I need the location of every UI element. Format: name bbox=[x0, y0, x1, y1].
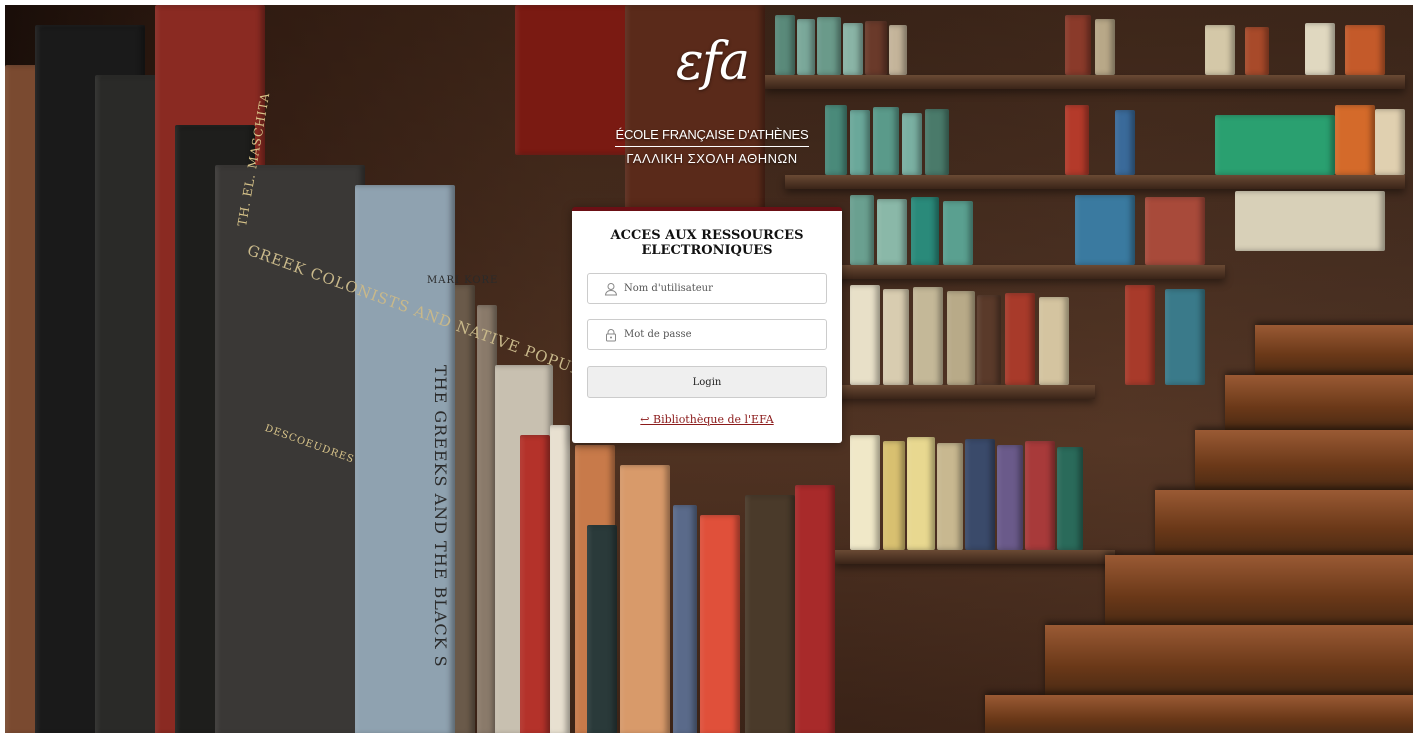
login-card: ACCES AUX RESSOURCES ELECTRONIQUES Login… bbox=[572, 207, 842, 443]
login-title: ACCES AUX RESSOURCES ELECTRONIQUES bbox=[572, 228, 842, 258]
login-page: GREEK COLONISTS AND NATIVE POPULATIONS D… bbox=[0, 0, 1416, 733]
password-field[interactable] bbox=[587, 319, 827, 350]
username-input[interactable] bbox=[624, 274, 820, 303]
lock-icon bbox=[606, 329, 616, 342]
efa-logo-mark: εfa bbox=[675, 32, 750, 92]
logo-name-fr: ÉCOLE FRANÇAISE D'ATHÈNES bbox=[615, 127, 809, 147]
password-input[interactable] bbox=[624, 320, 820, 349]
login-title-line1: ACCES AUX RESSOURCES bbox=[610, 228, 804, 243]
efa-logo: εfa ÉCOLE FRANÇAISE D'ATHÈNES ΓΑΛΛΙΚΗ ΣΧ… bbox=[612, 32, 812, 166]
logo-name-gr: ΓΑΛΛΙΚΗ ΣΧΟΛΗ ΑΘΗΝΩΝ bbox=[626, 151, 798, 166]
book-spine-text: MARI KORE bbox=[427, 275, 499, 286]
user-icon bbox=[604, 283, 618, 296]
username-field[interactable] bbox=[587, 273, 827, 304]
book-spine-text: THE GREEKS AND THE BLACK S bbox=[431, 365, 450, 668]
efa-library-link[interactable]: ↩ Bibliothèque de l'EFA bbox=[640, 413, 773, 426]
login-title-line2: ELECTRONIQUES bbox=[641, 243, 773, 258]
login-button[interactable]: Login bbox=[587, 366, 827, 398]
back-link-container: ↩ Bibliothèque de l'EFA bbox=[572, 413, 842, 426]
